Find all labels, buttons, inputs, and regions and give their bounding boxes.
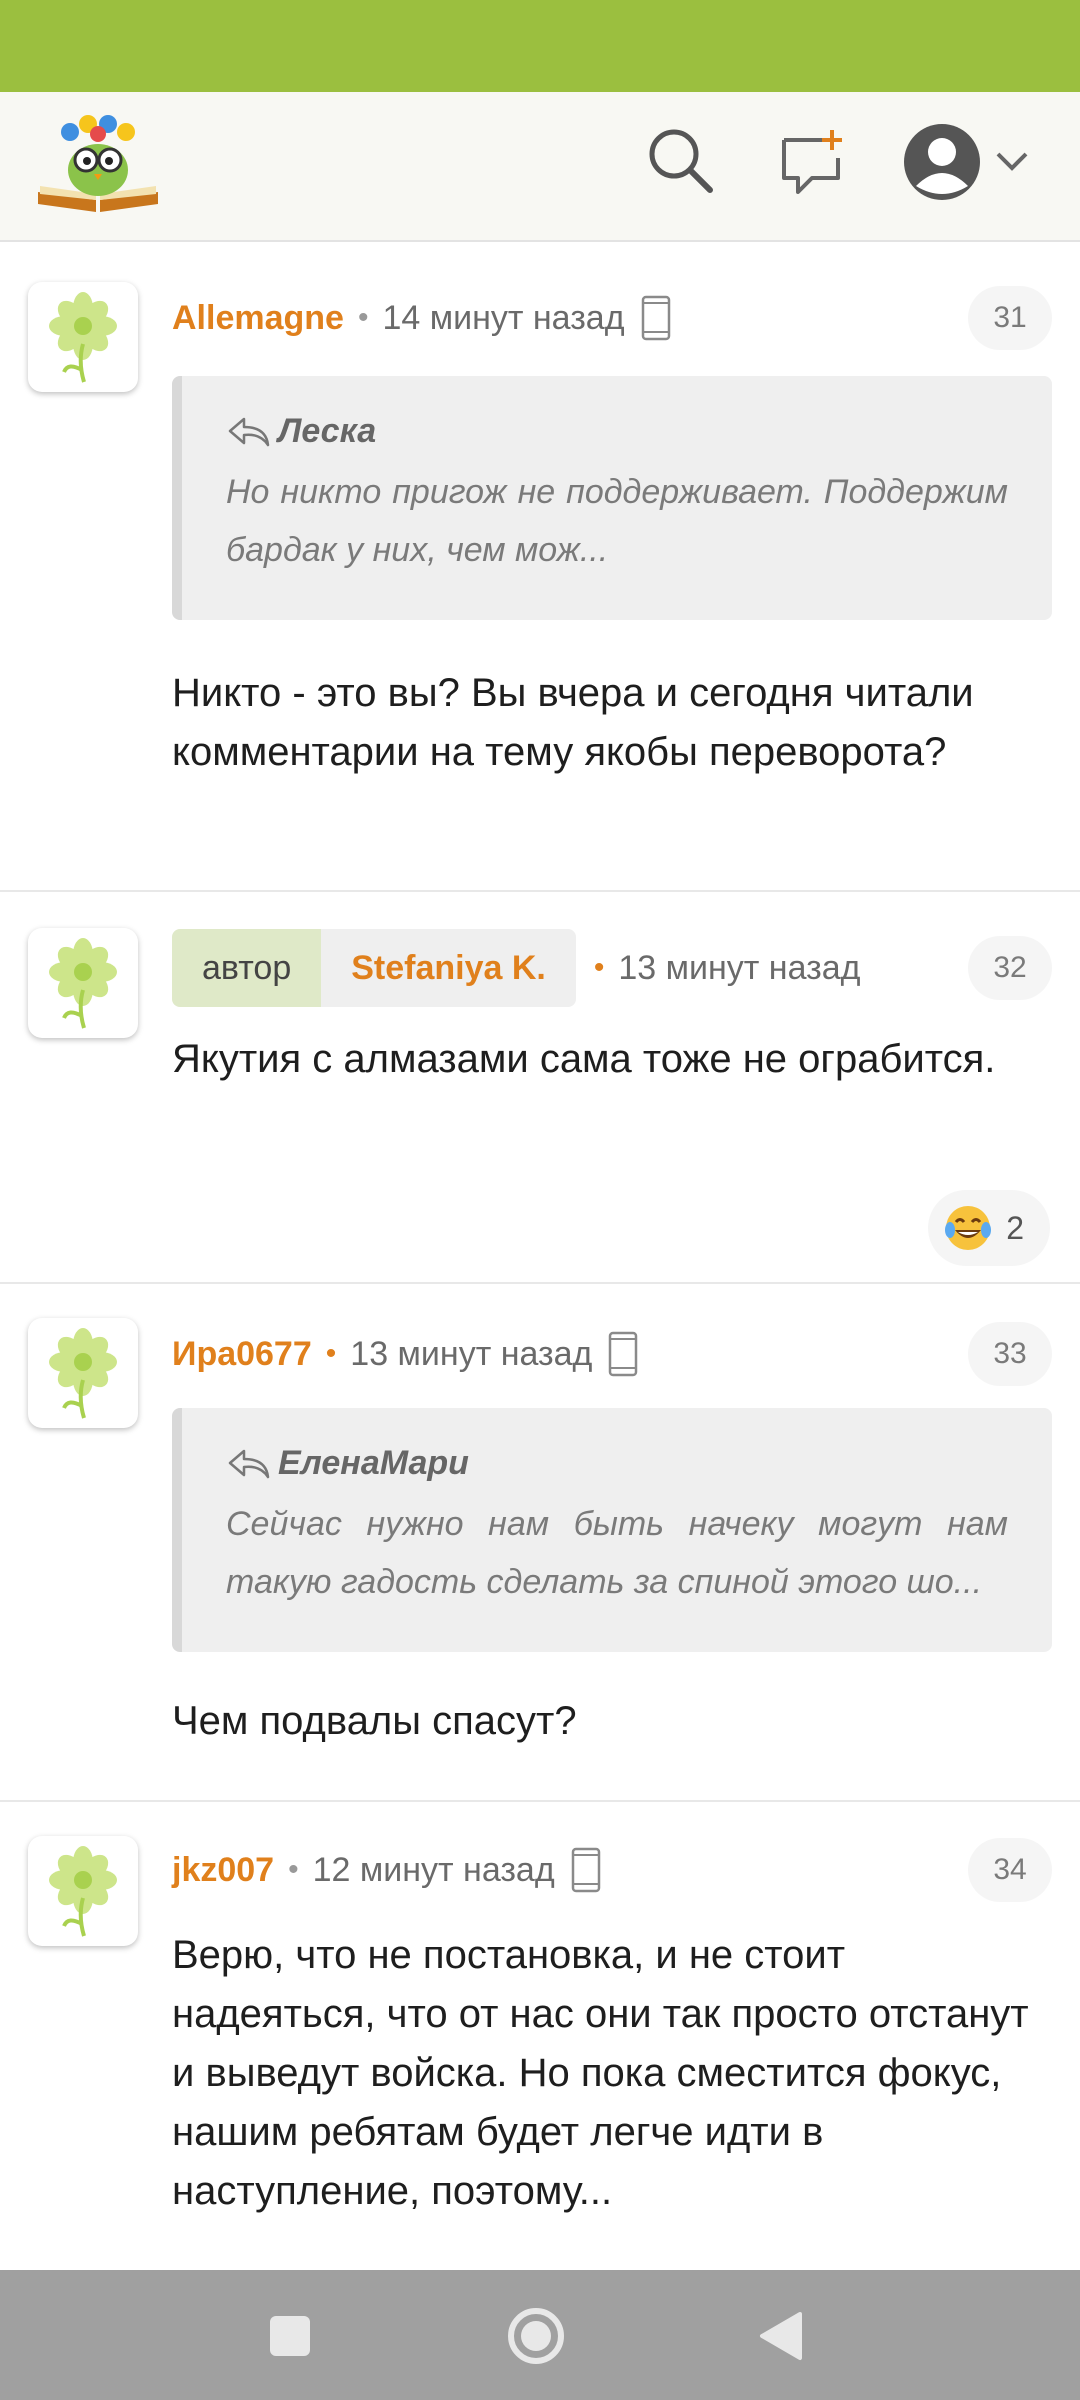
new-message-icon[interactable]: [776, 126, 848, 198]
profile-icon[interactable]: [900, 120, 984, 204]
comment-time: 13 минут назад: [618, 948, 861, 987]
search-icon[interactable]: [644, 124, 716, 196]
flower-avatar-icon: [49, 1846, 117, 1937]
comments-feed[interactable]: Allemagne • 14 минут назад 31 Леска Но н…: [0, 242, 1080, 2270]
recents-square-icon[interactable]: [268, 2314, 312, 2358]
reply-arrow-icon: [228, 417, 270, 446]
status-bar: [0, 0, 1080, 92]
mobile-device-icon: [609, 1331, 638, 1377]
mobile-device-icon: [571, 1847, 600, 1893]
comment-item: Ира0677 • 13 минут назад 33 ЕленаМари Се…: [0, 1284, 1080, 1802]
avatar[interactable]: [28, 928, 138, 1038]
quoted-reply[interactable]: Леска Но никто пригож не поддерживает. П…: [172, 376, 1052, 620]
comment-text: Якутия с алмазами сама тоже не ограбится…: [172, 1037, 996, 1081]
reaction-button[interactable]: 2: [928, 1190, 1050, 1266]
reaction-count: 2: [1006, 1209, 1024, 1246]
mobile-device-icon: [641, 295, 670, 341]
comment-number[interactable]: 32: [968, 936, 1052, 1000]
avatar[interactable]: [28, 282, 138, 392]
reply-arrow-icon: [228, 1449, 270, 1478]
quote-header: ЕленаМари: [226, 1444, 1008, 1483]
separator-dot: •: [325, 1337, 337, 1370]
site-logo[interactable]: [30, 108, 166, 220]
back-triangle-icon[interactable]: [756, 2310, 804, 2362]
quote-text: Но никто пригож не поддерживает. Поддерж…: [226, 473, 1008, 569]
laughing-tears-emoji-icon: [945, 1206, 992, 1250]
avatar[interactable]: [28, 1318, 138, 1428]
home-circle-icon[interactable]: [506, 2306, 566, 2366]
comment-author[interactable]: Ира0677: [172, 1335, 312, 1374]
comment-author[interactable]: Allemagne: [172, 299, 344, 338]
comment-meta: Ира0677 • 13 минут назад: [172, 1324, 638, 1384]
comment-text: Никто - это вы? Вы вчера и сегодня читал…: [172, 671, 974, 774]
comment-author[interactable]: Stefaniya K.: [321, 929, 576, 1007]
separator-dot: •: [593, 951, 605, 984]
comment-meta: jkz007 • 12 минут назад: [172, 1840, 601, 1900]
separator-dot: •: [288, 1853, 299, 1886]
chevron-down-icon[interactable]: [994, 148, 1030, 176]
comment-text: Чем подвалы спасут?: [172, 1699, 577, 1743]
comment-number[interactable]: 34: [968, 1838, 1052, 1902]
author-role-label: автор: [172, 929, 322, 1007]
quote-header: Леска: [226, 412, 1008, 451]
flower-avatar-icon: [49, 938, 117, 1029]
quote-author: Леска: [278, 412, 377, 450]
comment-item: Allemagne • 14 минут назад 31 Леска Но н…: [0, 242, 1080, 892]
quote-text: Сейчас нужно нам быть начеку могут нам т…: [226, 1505, 1008, 1601]
comment-time: 14 минут назад: [382, 298, 625, 337]
avatar[interactable]: [28, 1836, 138, 1946]
comment-number[interactable]: 31: [968, 286, 1052, 350]
separator-dot: •: [357, 301, 369, 334]
quoted-reply[interactable]: ЕленаМари Сейчас нужно нам быть начеку м…: [172, 1408, 1052, 1652]
app-header: [0, 92, 1080, 242]
flower-avatar-icon: [49, 292, 117, 383]
comment-meta: автор Stefaniya K. • 13 минут назад: [172, 928, 860, 1008]
comment-text: Верю, что не постановка, и не стоит наде…: [172, 1933, 1029, 2213]
comment-time: 13 минут назад: [350, 1334, 593, 1373]
comment-time: 12 минут назад: [312, 1850, 555, 1889]
comment-item: автор Stefaniya K. • 13 минут назад 32 Я…: [0, 892, 1080, 1284]
system-navigation-bar: [0, 2270, 1080, 2400]
comment-meta: Allemagne • 14 минут назад: [172, 288, 671, 348]
comment-author[interactable]: jkz007: [172, 1851, 274, 1890]
flower-avatar-icon: [49, 1328, 117, 1419]
comment-number[interactable]: 33: [968, 1322, 1052, 1386]
quote-author: ЕленаМари: [278, 1444, 469, 1482]
comment-item: jkz007 • 12 минут назад 34 Верю, что не …: [0, 1802, 1080, 2270]
author-badge[interactable]: автор Stefaniya K.: [172, 929, 576, 1007]
